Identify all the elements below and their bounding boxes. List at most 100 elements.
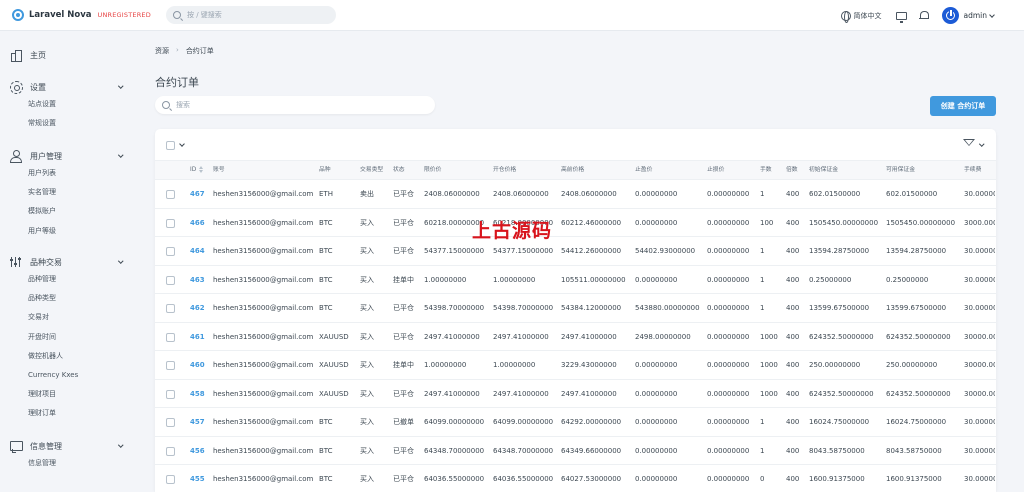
row-checkbox[interactable] bbox=[166, 304, 175, 313]
resource-search-input[interactable] bbox=[176, 101, 416, 109]
table-toolbar bbox=[155, 129, 996, 161]
sidebar-subitem[interactable]: 实名管理 bbox=[10, 183, 122, 202]
sidebar-group-header[interactable]: 品种交易 bbox=[10, 255, 123, 269]
table-cell: 0.25000000 bbox=[886, 275, 929, 284]
sidebar-subitem[interactable]: 品种管理 bbox=[10, 270, 122, 289]
sidebar-subitem[interactable]: 做控机器人 bbox=[10, 347, 122, 366]
table-cell: 1 bbox=[760, 418, 765, 426]
theme-monitor-icon[interactable] bbox=[895, 11, 907, 23]
table-body: 467 heshen3156000@gmail.com ETH 卖出 已平仓 2408.0… bbox=[155, 180, 996, 492]
order-id-link[interactable]: 462 bbox=[190, 294, 212, 322]
table-row[interactable]: 460 heshen3156000@gmail.com XAUUSD 买入 挂单中 1.0… bbox=[155, 351, 996, 380]
breadcrumb-root[interactable]: 资源 bbox=[155, 46, 169, 56]
column-header: 止损价 bbox=[707, 161, 724, 180]
table-row[interactable]: 466 heshen3156000@gmail.com BTC 买入 已平仓 60218.… bbox=[155, 209, 996, 237]
table-cell: 挂单中 bbox=[393, 361, 414, 369]
brand[interactable]: Laravel Nova UNREGISTERED bbox=[12, 9, 160, 21]
order-id-link[interactable]: 455 bbox=[190, 465, 212, 492]
sort-icon[interactable] bbox=[199, 166, 204, 173]
table-cell: 0 bbox=[760, 475, 765, 483]
user-avatar[interactable] bbox=[941, 7, 959, 24]
sidebar-item-home[interactable]: 主页 bbox=[10, 49, 46, 62]
sidebar-group-header[interactable]: 用户管理 bbox=[10, 149, 123, 163]
order-id-link[interactable]: 463 bbox=[190, 266, 212, 294]
table-row[interactable]: 457 heshen3156000@gmail.com BTC 买入 已撤单 64099.… bbox=[155, 408, 996, 437]
column-header: 手数 bbox=[760, 161, 772, 180]
order-id-link[interactable]: 466 bbox=[190, 209, 212, 237]
chevron-down-icon[interactable] bbox=[117, 83, 123, 89]
order-id-link[interactable]: 467 bbox=[190, 180, 212, 208]
sidebar-subitem[interactable]: 信息管理 bbox=[10, 454, 122, 473]
sidebar-subitem[interactable]: 品种类型 bbox=[10, 289, 122, 308]
table-cell: XAUUSD bbox=[319, 332, 349, 341]
chevron-down-icon[interactable] bbox=[179, 141, 185, 147]
order-id-link[interactable]: 457 bbox=[190, 408, 212, 436]
order-id-link[interactable]: 456 bbox=[190, 437, 212, 465]
sidebar-subitem[interactable]: 理财订单 bbox=[10, 404, 122, 423]
table-row[interactable]: 462 heshen3156000@gmail.com BTC 买入 已平仓 54398.… bbox=[155, 294, 996, 323]
table-row[interactable]: 463 heshen3156000@gmail.com BTC 买入 挂单中 1.0000… bbox=[155, 266, 996, 294]
table-row[interactable]: 467 heshen3156000@gmail.com ETH 卖出 已平仓 2408.0… bbox=[155, 180, 996, 209]
table-cell: BTC bbox=[319, 418, 333, 426]
sidebar-subitem[interactable]: 模拟账户 bbox=[10, 202, 122, 221]
row-checkbox[interactable] bbox=[166, 418, 175, 427]
table-cell: 0.00000000 bbox=[635, 275, 678, 284]
select-all-checkbox[interactable] bbox=[166, 141, 175, 150]
table-cell: 买入 bbox=[360, 275, 374, 284]
row-checkbox[interactable] bbox=[166, 446, 175, 456]
row-checkbox[interactable] bbox=[166, 190, 175, 199]
global-search[interactable] bbox=[166, 6, 336, 24]
table-cell: 2408.06000000 bbox=[493, 190, 549, 198]
table-cell: 2497.41000000 bbox=[561, 389, 617, 398]
sidebar-subitem[interactable]: 理财项目 bbox=[10, 385, 122, 404]
table-row[interactable]: 455 heshen3156000@gmail.com BTC 买入 已平仓 64036.… bbox=[155, 465, 996, 492]
table-cell: 2497.41000000 bbox=[561, 332, 617, 341]
row-checkbox[interactable] bbox=[166, 332, 175, 342]
sidebar-subitem[interactable]: 交易对 bbox=[10, 308, 122, 327]
order-id-link[interactable]: 461 bbox=[190, 323, 212, 351]
sidebar-group-header[interactable]: 设置 bbox=[10, 80, 123, 94]
sidebar-subitem[interactable]: 开盘时间 bbox=[10, 328, 122, 347]
global-search-input[interactable] bbox=[187, 11, 327, 19]
table-row[interactable]: 461 heshen3156000@gmail.com XAUUSD 买入 已平仓 249… bbox=[155, 323, 996, 351]
sidebar-subitem[interactable]: 常规设置 bbox=[10, 114, 122, 133]
row-checkbox[interactable] bbox=[166, 475, 175, 484]
order-id-link[interactable]: 460 bbox=[190, 351, 212, 379]
table-row[interactable]: 458 heshen3156000@gmail.com XAUUSD 买入 已平仓 249… bbox=[155, 380, 996, 408]
filter-icon[interactable] bbox=[963, 139, 975, 150]
table-cell: 已平仓 bbox=[393, 247, 414, 255]
column-header[interactable]: ID bbox=[190, 161, 204, 180]
language-switcher[interactable]: 简体中文 bbox=[840, 10, 882, 23]
order-id-link[interactable]: 464 bbox=[190, 237, 212, 265]
sidebar-subitem[interactable]: 用户等级 bbox=[10, 222, 122, 241]
table-row[interactable]: 456 heshen3156000@gmail.com BTC 买入 已平仓 64348.… bbox=[155, 437, 996, 465]
sidebar-group-header[interactable]: 信息管理 bbox=[10, 439, 123, 453]
license-badge: UNREGISTERED bbox=[97, 11, 151, 19]
row-checkbox[interactable] bbox=[166, 275, 175, 285]
chevron-down-icon[interactable] bbox=[117, 152, 123, 158]
create-contract-order-button[interactable]: 创建 合约订单 bbox=[930, 96, 996, 116]
table-cell: 624352.50000000 bbox=[886, 389, 951, 398]
table-cell: 1.00000000 bbox=[493, 361, 536, 369]
row-checkbox[interactable] bbox=[166, 218, 175, 228]
column-header-label: 开仓价格 bbox=[493, 167, 517, 173]
row-checkbox[interactable] bbox=[166, 389, 175, 399]
order-id-link[interactable]: 458 bbox=[190, 380, 212, 408]
table-cell: 1 bbox=[760, 304, 765, 312]
table-cell: 0.00000000 bbox=[707, 218, 750, 227]
notification-bell-icon[interactable] bbox=[918, 10, 929, 21]
sidebar-subitem[interactable]: 用户列表 bbox=[10, 164, 122, 183]
sidebar-subitem[interactable]: 站点设置 bbox=[10, 95, 122, 114]
row-checkbox[interactable] bbox=[166, 361, 175, 370]
chevron-down-icon[interactable] bbox=[979, 141, 985, 147]
row-checkbox[interactable] bbox=[166, 247, 175, 256]
table-cell: BTC bbox=[319, 304, 333, 312]
table-row[interactable]: 464 heshen3156000@gmail.com BTC 买入 已平仓 54377.… bbox=[155, 237, 996, 266]
resource-search[interactable] bbox=[155, 96, 435, 114]
sidebar-subitem[interactable]: Currency Kxes bbox=[10, 366, 122, 385]
chevron-down-icon[interactable] bbox=[117, 442, 123, 448]
user-menu-name[interactable]: admin bbox=[964, 11, 988, 20]
chevron-down-icon[interactable] bbox=[989, 11, 995, 18]
column-header-label: 止盈价 bbox=[635, 167, 653, 173]
chevron-down-icon[interactable] bbox=[117, 258, 123, 264]
